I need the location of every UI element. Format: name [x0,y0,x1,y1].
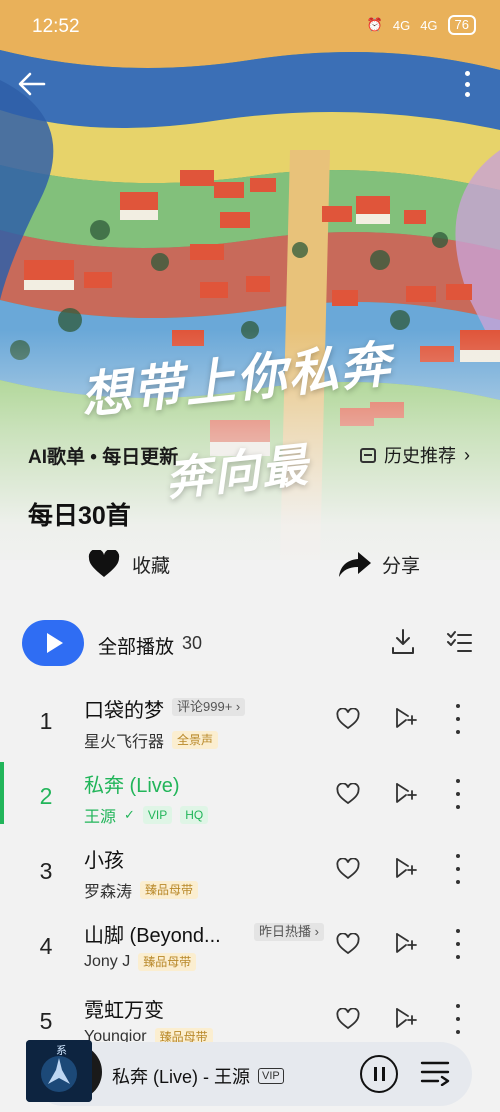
now-playing-cover[interactable]: 系 [26,1040,92,1102]
multi-select-icon[interactable] [446,630,472,654]
calendar-icon [360,447,376,463]
status-bar: 12:52 ⏰ 4G 4G 76 [0,0,500,52]
add-to-playlist-icon[interactable] [394,856,418,880]
song-more-icon[interactable] [454,779,462,809]
song-more-icon[interactable] [454,854,462,884]
song-artist: 星火飞行器 全景声 [84,728,219,752]
cover-glyph: 系 [56,1044,67,1057]
share-label: 分享 [382,555,421,577]
playlist-tag: AI歌单 • 每日更新 [28,447,179,468]
heart-filled-icon [88,550,120,577]
share-arrow-icon [339,552,371,577]
history-recommend-link[interactable]: 历史推荐 › [360,442,470,468]
song-artist: 王源 ✓ VIP HQ [84,803,209,827]
status-icons: ⏰ 4G 4G 76 [367,15,476,35]
heart-outline-icon[interactable] [336,708,360,730]
song-artist: 罗森涛 臻品母带 [84,878,199,902]
now-playing-title[interactable]: 私奔 (Live) - 王源 VIP [112,1063,284,1089]
artist-name: 星火飞行器 [84,734,165,751]
song-title: 山脚 (Beyond... [84,925,221,947]
add-to-playlist-icon[interactable] [394,1006,418,1030]
add-to-playlist-icon[interactable] [394,781,418,805]
verified-check-icon: ✓ [124,807,135,822]
song-more-icon[interactable] [454,929,462,959]
song-row[interactable]: 2 私奔 (Live) 王源 ✓ VIP HQ [0,765,500,837]
chevron-right-icon: › [464,444,470,465]
vip-badge: VIP [142,806,173,824]
heart-outline-icon[interactable] [336,858,360,880]
song-title: 私奔 (Live) [84,775,180,797]
song-more-icon[interactable] [454,1004,462,1034]
collect-button[interactable]: 收藏 [88,550,170,578]
quality-badge: 全景声 [172,731,219,749]
heart-outline-icon[interactable] [336,783,360,805]
back-arrow-icon[interactable] [16,68,48,100]
song-row[interactable]: 1 口袋的梦 评论999+ › 星火飞行器 全景声 [0,690,500,762]
song-row[interactable]: 3 小孩 罗森涛 臻品母带 [0,840,500,912]
song-index: 2 [39,783,53,809]
song-index: 1 [39,708,53,734]
more-options-icon[interactable] [460,68,474,100]
battery-icon: 76 [447,15,476,35]
artist-name: 罗森涛 [84,884,133,901]
signal-icon: 4G [420,17,438,33]
now-playing-text: 私奔 (Live) - 王源 [112,1067,251,1087]
song-title: 口袋的梦 [84,700,164,722]
heart-outline-icon[interactable] [336,1008,360,1030]
share-button[interactable]: 分享 [338,550,420,578]
collect-label: 收藏 [132,555,171,577]
song-title: 霓虹万变 [84,1000,164,1022]
vip-badge: VIP [258,1068,284,1084]
play-all-label[interactable]: 全部播放 [98,632,174,659]
song-row[interactable]: 4 山脚 (Beyond... 昨日热播 › Jony J 臻品母带 [0,915,500,987]
song-count: 30 [182,633,203,653]
status-time: 12:52 [32,16,80,37]
quality-badge: 臻品母带 [140,881,199,899]
song-title: 小孩 [84,850,124,872]
song-more-icon[interactable] [454,704,462,734]
artist-name: Jony J [84,953,131,970]
signal-icon: 4G [392,17,411,33]
artist-name: 王源 [84,809,117,826]
play-icon [47,633,63,653]
alarm-icon: ⏰ [366,17,383,32]
heart-outline-icon[interactable] [336,933,360,955]
add-to-playlist-icon[interactable] [394,706,418,730]
play-all-row: 全部播放 30 [0,616,500,672]
playlist-queue-icon[interactable] [420,1058,450,1086]
play-all-button[interactable] [22,620,84,666]
song-artist: Jony J 臻品母带 [84,953,197,971]
comment-badge[interactable]: 评论999+ › [172,698,246,716]
add-to-playlist-icon[interactable] [394,931,418,955]
download-icon[interactable] [390,628,416,656]
song-index: 5 [39,1008,53,1034]
page-title: 每日30首 [28,502,131,530]
hot-badge[interactable]: 昨日热播 › [254,923,324,941]
history-label: 历史推荐 [384,446,456,466]
hq-badge: HQ [180,806,209,824]
song-index: 3 [39,858,53,884]
quality-badge: 臻品母带 [138,953,197,971]
pause-button[interactable] [360,1055,398,1093]
song-index: 4 [39,933,53,959]
